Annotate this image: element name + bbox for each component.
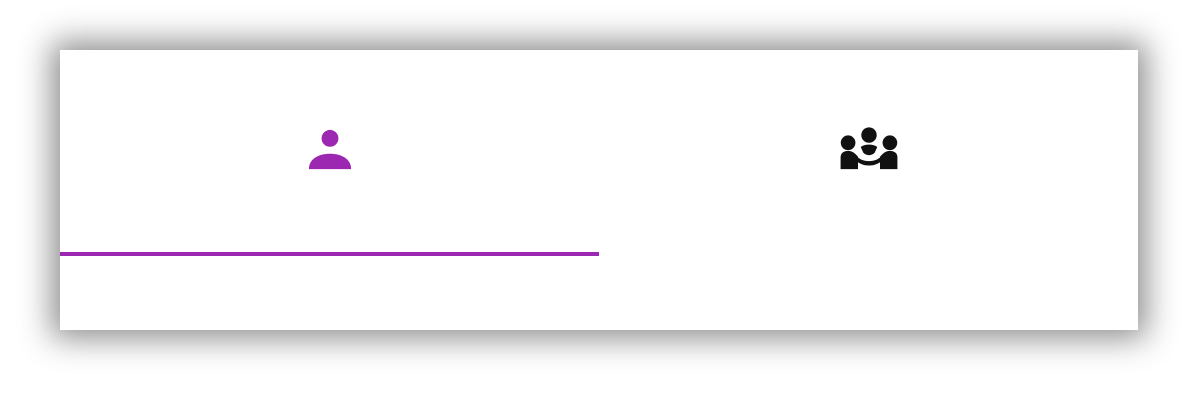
- tab-panel: [60, 256, 1138, 330]
- tab-bar: [60, 50, 1138, 256]
- group-icon: [839, 127, 899, 171]
- tab-person[interactable]: [60, 50, 599, 256]
- tab-card: [60, 50, 1138, 330]
- tab-group[interactable]: [599, 50, 1138, 256]
- person-icon: [308, 127, 352, 171]
- page: [0, 0, 1198, 400]
